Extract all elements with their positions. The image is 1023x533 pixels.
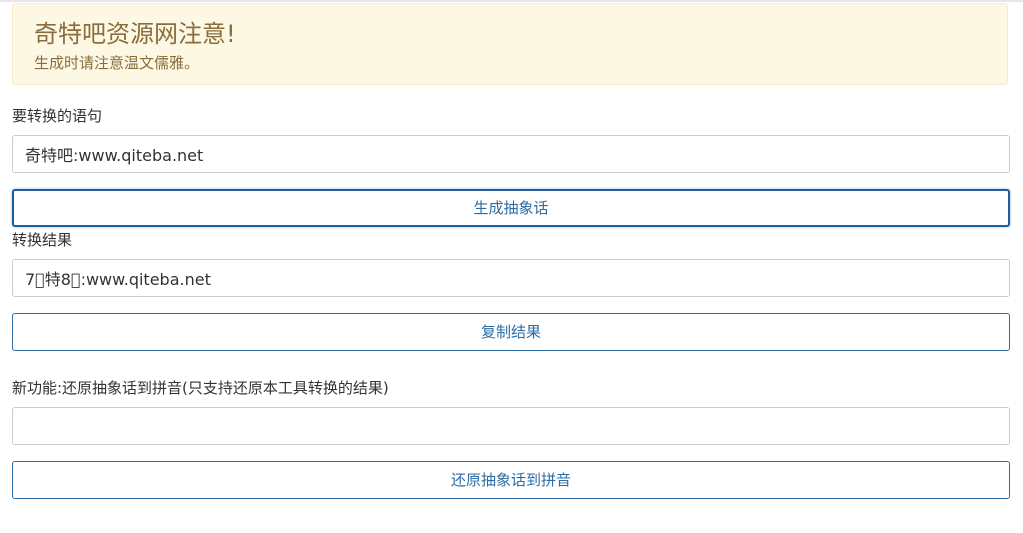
notice-alert: 奇特吧资源网注意! 生成时请注意温文儒雅。	[12, 3, 1008, 85]
top-divider	[0, 0, 1023, 2]
restore-input[interactable]	[12, 407, 1010, 445]
restore-button[interactable]: 还原抽象话到拼音	[12, 461, 1010, 499]
restore-label: 新功能:还原抽象话到拼音(只支持还原本工具转换的结果)	[12, 379, 389, 397]
source-input[interactable]	[12, 135, 1010, 173]
copy-button[interactable]: 复制结果	[12, 313, 1010, 351]
source-label: 要转换的语句	[12, 107, 103, 125]
alert-text: 生成时请注意温文儒雅。	[34, 54, 200, 72]
result-label: 转换结果	[12, 231, 73, 249]
generate-button[interactable]: 生成抽象话	[12, 189, 1010, 227]
alert-title: 奇特吧资源网注意!	[34, 20, 236, 48]
result-input[interactable]	[12, 259, 1010, 297]
